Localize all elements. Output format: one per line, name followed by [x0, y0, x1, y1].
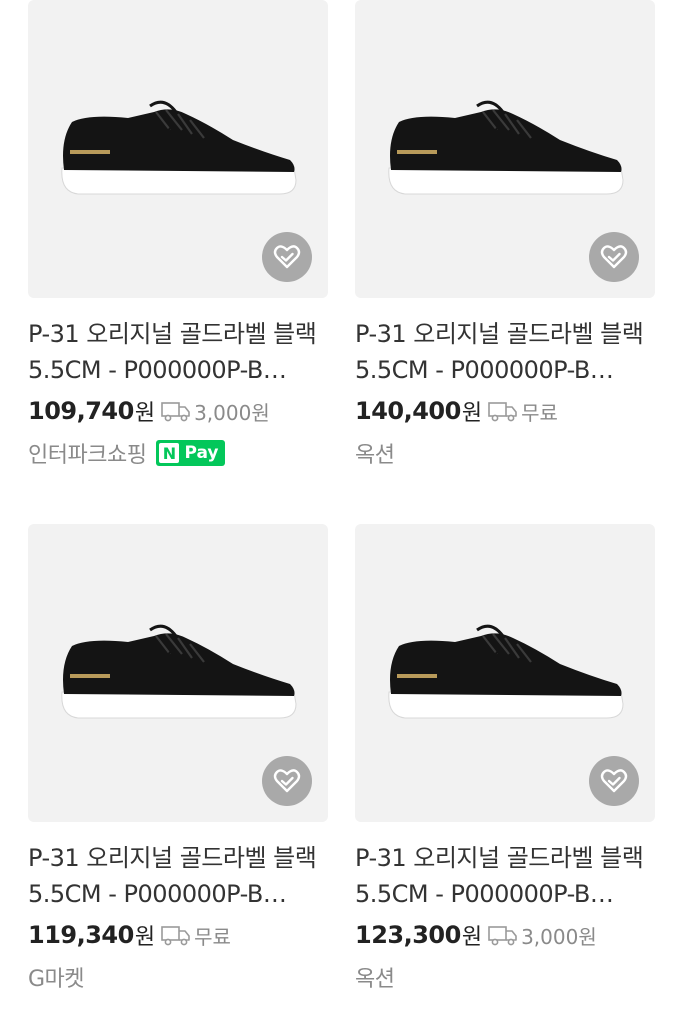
price: 119,340	[28, 921, 134, 949]
wishlist-button[interactable]	[262, 232, 312, 282]
truck-icon	[488, 924, 518, 946]
wishlist-button[interactable]	[589, 756, 639, 806]
npay-badge: N Pay	[156, 440, 225, 466]
product-card[interactable]: P-31 오리지널 골드라벨 블랙 5.5CM - P000000P-B… 12…	[355, 524, 655, 994]
heart-check-icon	[271, 765, 303, 797]
product-image[interactable]	[355, 0, 655, 298]
currency: 원	[461, 925, 483, 950]
product-title[interactable]: P-31 오리지널 골드라벨 블랙 5.5CM - P000000P-B…	[28, 840, 328, 912]
heart-check-icon	[271, 241, 303, 273]
product-title[interactable]: P-31 오리지널 골드라벨 블랙 5.5CM - P000000P-B…	[355, 840, 655, 912]
product-card[interactable]: P-31 오리지널 골드라벨 블랙 5.5CM - P000000P-B… 11…	[28, 524, 328, 994]
product-image[interactable]	[28, 524, 328, 822]
heart-check-icon	[598, 765, 630, 797]
shipping-fee: 무료	[521, 400, 558, 425]
currency: 원	[134, 401, 156, 426]
seller-row: 옥션	[355, 436, 655, 470]
price-row: 119,340 원 무료	[28, 916, 328, 954]
product-card[interactable]: P-31 오리지널 골드라벨 블랙 5.5CM - P000000P-B… 14…	[355, 0, 655, 470]
shipping-fee: 3,000원	[194, 400, 270, 425]
wishlist-button[interactable]	[262, 756, 312, 806]
price: 140,400	[355, 397, 461, 425]
product-title[interactable]: P-31 오리지널 골드라벨 블랙 5.5CM - P000000P-B…	[355, 316, 655, 388]
wishlist-button[interactable]	[589, 232, 639, 282]
seller-name[interactable]: G마켓	[28, 961, 85, 993]
seller-name[interactable]: 옥션	[355, 437, 395, 469]
seller-row: G마켓	[28, 960, 328, 994]
truck-icon	[488, 400, 518, 422]
heart-check-icon	[598, 241, 630, 273]
product-image[interactable]	[355, 524, 655, 822]
currency: 원	[134, 925, 156, 950]
price-row: 123,300 원 3,000원	[355, 916, 655, 954]
price-row: 140,400 원 무료	[355, 392, 655, 430]
product-card[interactable]: P-31 오리지널 골드라벨 블랙 5.5CM - P000000P-B… 10…	[28, 0, 328, 470]
seller-name[interactable]: 인터파크쇼핑	[28, 437, 147, 469]
npay-label: Pay	[184, 443, 219, 463]
seller-name[interactable]: 옥션	[355, 961, 395, 993]
sneaker-image	[385, 100, 625, 200]
price-row: 109,740 원 3,000원	[28, 392, 328, 430]
currency: 원	[461, 401, 483, 426]
product-image[interactable]	[28, 0, 328, 298]
naver-n-icon: N	[159, 443, 180, 463]
seller-row: 옥션	[355, 960, 655, 994]
price: 109,740	[28, 397, 134, 425]
truck-icon	[161, 400, 191, 422]
product-title[interactable]: P-31 오리지널 골드라벨 블랙 5.5CM - P000000P-B…	[28, 316, 328, 388]
price: 123,300	[355, 921, 461, 949]
product-grid: P-31 오리지널 골드라벨 블랙 5.5CM - P000000P-B… 10…	[0, 0, 683, 1024]
sneaker-image	[58, 100, 298, 200]
sneaker-image	[58, 624, 298, 724]
sneaker-image	[385, 624, 625, 724]
truck-icon	[161, 924, 191, 946]
seller-row: 인터파크쇼핑 N Pay	[28, 436, 328, 470]
shipping-fee: 무료	[194, 924, 231, 949]
shipping-fee: 3,000원	[521, 924, 597, 949]
